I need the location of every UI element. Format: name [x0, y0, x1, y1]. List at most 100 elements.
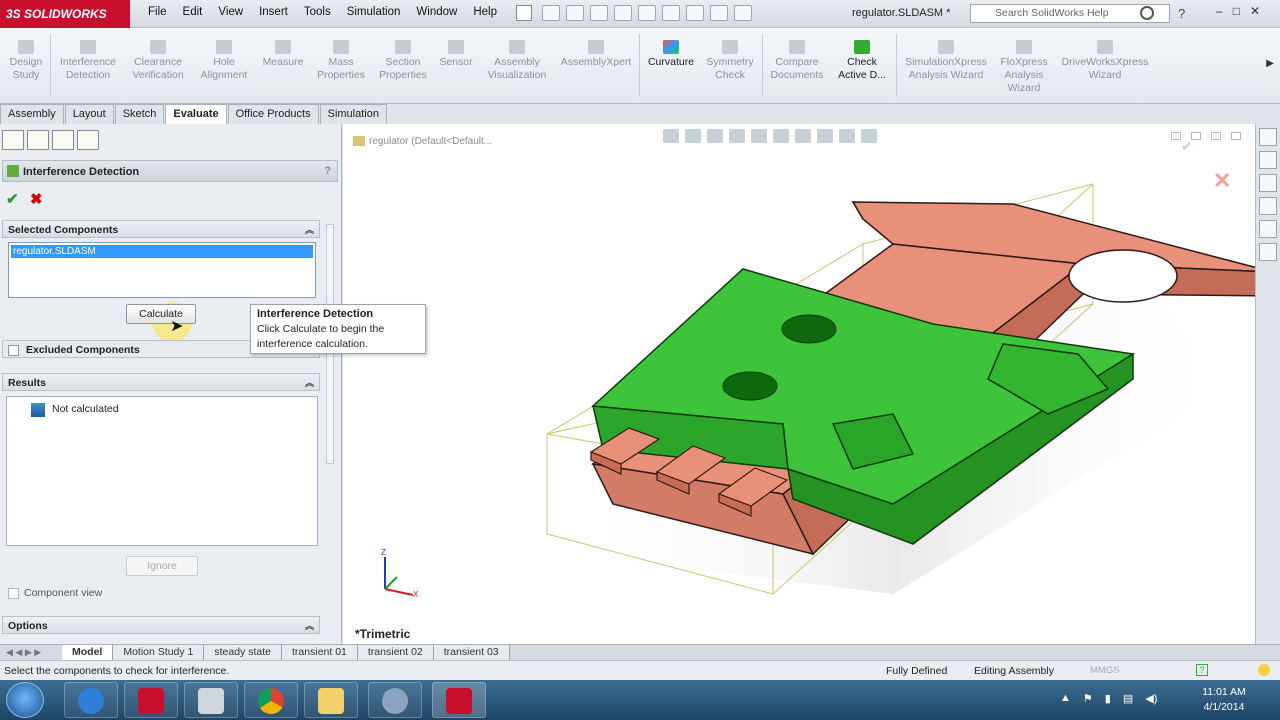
- menu-tools[interactable]: Tools: [296, 6, 339, 18]
- ribbon-simulationxpress[interactable]: SimulationXpress Analysis Wizard: [900, 40, 992, 82]
- solidworks-resources-icon[interactable]: [1259, 128, 1277, 146]
- rebuild-icon[interactable]: [686, 5, 704, 21]
- ribbon-floxpress[interactable]: FloXpress Analysis Wizard: [996, 40, 1052, 95]
- excluded-components-checkbox[interactable]: [8, 345, 19, 356]
- ribbon-compare-documents[interactable]: Compare Documents: [768, 40, 826, 82]
- tab-office-products[interactable]: Office Products: [227, 104, 319, 124]
- tab-motion-study-1[interactable]: Motion Study 1: [113, 645, 205, 660]
- menu-edit[interactable]: Edit: [175, 6, 211, 18]
- ribbon-section-properties[interactable]: Section Properties: [374, 40, 432, 82]
- tab-simulation[interactable]: Simulation: [319, 104, 387, 124]
- configuration-manager-tab-icon[interactable]: [52, 130, 74, 150]
- minimize-icon[interactable]: –: [1216, 4, 1223, 18]
- ok-icon[interactable]: ✔: [6, 190, 19, 208]
- tab-layout[interactable]: Layout: [64, 104, 114, 124]
- network-icon[interactable]: ▤: [1123, 692, 1133, 705]
- menu-window[interactable]: Window: [408, 6, 465, 18]
- collapse-chevron-icon[interactable]: ︽: [305, 619, 314, 632]
- action-center-flag-icon[interactable]: ⚑: [1083, 692, 1093, 705]
- ribbon-sensor[interactable]: Sensor: [434, 40, 478, 69]
- collapse-chevron-icon[interactable]: ︽: [305, 223, 314, 236]
- taskbar-app-clock[interactable]: [368, 682, 422, 718]
- ribbon-measure[interactable]: Measure: [258, 40, 308, 69]
- ribbon-clearance-verification[interactable]: Clearance Verification: [126, 40, 190, 82]
- taskbar-app-tools[interactable]: [184, 682, 238, 718]
- collapse-chevron-icon[interactable]: ︽: [305, 376, 314, 389]
- display-manager-tab-icon[interactable]: [77, 130, 99, 150]
- print-icon[interactable]: [614, 5, 632, 21]
- open-icon[interactable]: [566, 5, 584, 21]
- search-icon[interactable]: [1140, 6, 1154, 20]
- appearances-icon[interactable]: [1259, 220, 1277, 238]
- property-manager-tab-icon[interactable]: [27, 130, 49, 150]
- graphics-viewport[interactable]: regulator (Default<Default... ✔ ✕ Z X *T…: [343, 124, 1255, 644]
- design-library-icon[interactable]: [1259, 151, 1277, 169]
- tab-model[interactable]: Model: [62, 645, 114, 660]
- results-header[interactable]: Results ︽: [2, 373, 320, 391]
- menu-insert[interactable]: Insert: [251, 6, 296, 18]
- regulator-assembly-model[interactable]: [533, 124, 1255, 604]
- tab-assembly[interactable]: Assembly: [0, 104, 64, 124]
- taskbar-chrome[interactable]: [244, 682, 298, 718]
- tab-evaluate[interactable]: Evaluate: [165, 104, 227, 124]
- taskbar-internet-explorer[interactable]: [64, 682, 118, 718]
- ribbon-design-study[interactable]: Design Study: [4, 40, 48, 82]
- menu-simulation[interactable]: Simulation: [339, 6, 409, 18]
- feature-manager-tab-icon[interactable]: [2, 130, 24, 150]
- menu-help[interactable]: Help: [465, 6, 505, 18]
- flyout-feature-tree[interactable]: regulator (Default<Default...: [353, 136, 492, 147]
- view-palette-icon[interactable]: [1259, 197, 1277, 215]
- tab-sketch[interactable]: Sketch: [114, 104, 165, 124]
- taskbar-solidworks[interactable]: [432, 682, 486, 718]
- menu-view[interactable]: View: [210, 6, 251, 18]
- ribbon-hole-alignment[interactable]: Hole Alignment: [196, 40, 252, 82]
- ribbon-check-active-document[interactable]: Check Active D...: [832, 40, 892, 82]
- select-icon[interactable]: [662, 5, 680, 21]
- undo-icon[interactable]: [638, 5, 656, 21]
- pin-icon[interactable]: [516, 5, 532, 21]
- ribbon-curvature[interactable]: Curvature: [644, 40, 698, 69]
- ribbon-assemblyxpert[interactable]: AssemblyXpert: [556, 40, 636, 69]
- taskbar-clock[interactable]: 11:01 AM 4/1/2014: [1196, 685, 1252, 715]
- volume-icon[interactable]: ◀): [1145, 692, 1157, 705]
- tab-transient-01[interactable]: transient 01: [282, 645, 358, 660]
- help-icon[interactable]: ?: [324, 165, 331, 177]
- file-explorer-icon[interactable]: [1259, 174, 1277, 192]
- taskbar-file-explorer[interactable]: [304, 682, 358, 718]
- help-icon[interactable]: ?: [1178, 6, 1185, 21]
- rebuild-indicator-icon[interactable]: [1258, 664, 1270, 676]
- ribbon-assembly-visualization[interactable]: Assembly Visualization: [482, 40, 552, 82]
- tab-steady-state[interactable]: steady state: [204, 645, 283, 660]
- menu-file[interactable]: File: [140, 6, 175, 18]
- cancel-icon[interactable]: ✖: [30, 190, 43, 208]
- taskbar-app-red[interactable]: [124, 682, 178, 718]
- selected-component-item[interactable]: regulator.SLDASM: [11, 245, 313, 258]
- selected-components-list[interactable]: regulator.SLDASM: [8, 242, 316, 298]
- options-icon[interactable]: [734, 5, 752, 21]
- file-properties-icon[interactable]: [710, 5, 728, 21]
- save-icon[interactable]: [590, 5, 608, 21]
- start-button-icon[interactable]: [6, 682, 44, 718]
- ribbon-mass-properties[interactable]: Mass Properties: [312, 40, 370, 82]
- ribbon-more-icon[interactable]: ▶: [1266, 58, 1274, 69]
- new-icon[interactable]: [542, 5, 560, 21]
- results-list[interactable]: Not calculated: [6, 396, 318, 546]
- tab-scroll-arrows[interactable]: ◀ ◀ ▶ ▶: [6, 645, 62, 660]
- custom-properties-icon[interactable]: [1259, 243, 1277, 261]
- ignore-button[interactable]: Ignore: [126, 556, 198, 576]
- component-view-checkbox[interactable]: [8, 588, 19, 599]
- close-icon[interactable]: ✕: [1250, 4, 1260, 18]
- selected-components-header[interactable]: Selected Components ︽: [2, 220, 320, 238]
- tab-transient-02[interactable]: transient 02: [357, 645, 434, 660]
- device-icon[interactable]: ▮: [1105, 692, 1111, 705]
- status-units[interactable]: MMGS: [1090, 665, 1120, 676]
- ribbon-interference-detection[interactable]: Interference Detection: [56, 40, 120, 82]
- maximize-icon[interactable]: □: [1233, 4, 1240, 18]
- calculate-button[interactable]: Calculate: [126, 304, 196, 324]
- options-header[interactable]: Options ︽: [2, 616, 320, 634]
- show-hidden-icons-icon[interactable]: ▲: [1060, 692, 1071, 705]
- ribbon-driveworksxpress[interactable]: DriveWorksXpress Wizard: [1056, 40, 1154, 82]
- quick-tips-icon[interactable]: ?: [1196, 664, 1208, 676]
- tab-transient-03[interactable]: transient 03: [433, 645, 510, 660]
- ribbon-symmetry-check[interactable]: Symmetry Check: [702, 40, 758, 82]
